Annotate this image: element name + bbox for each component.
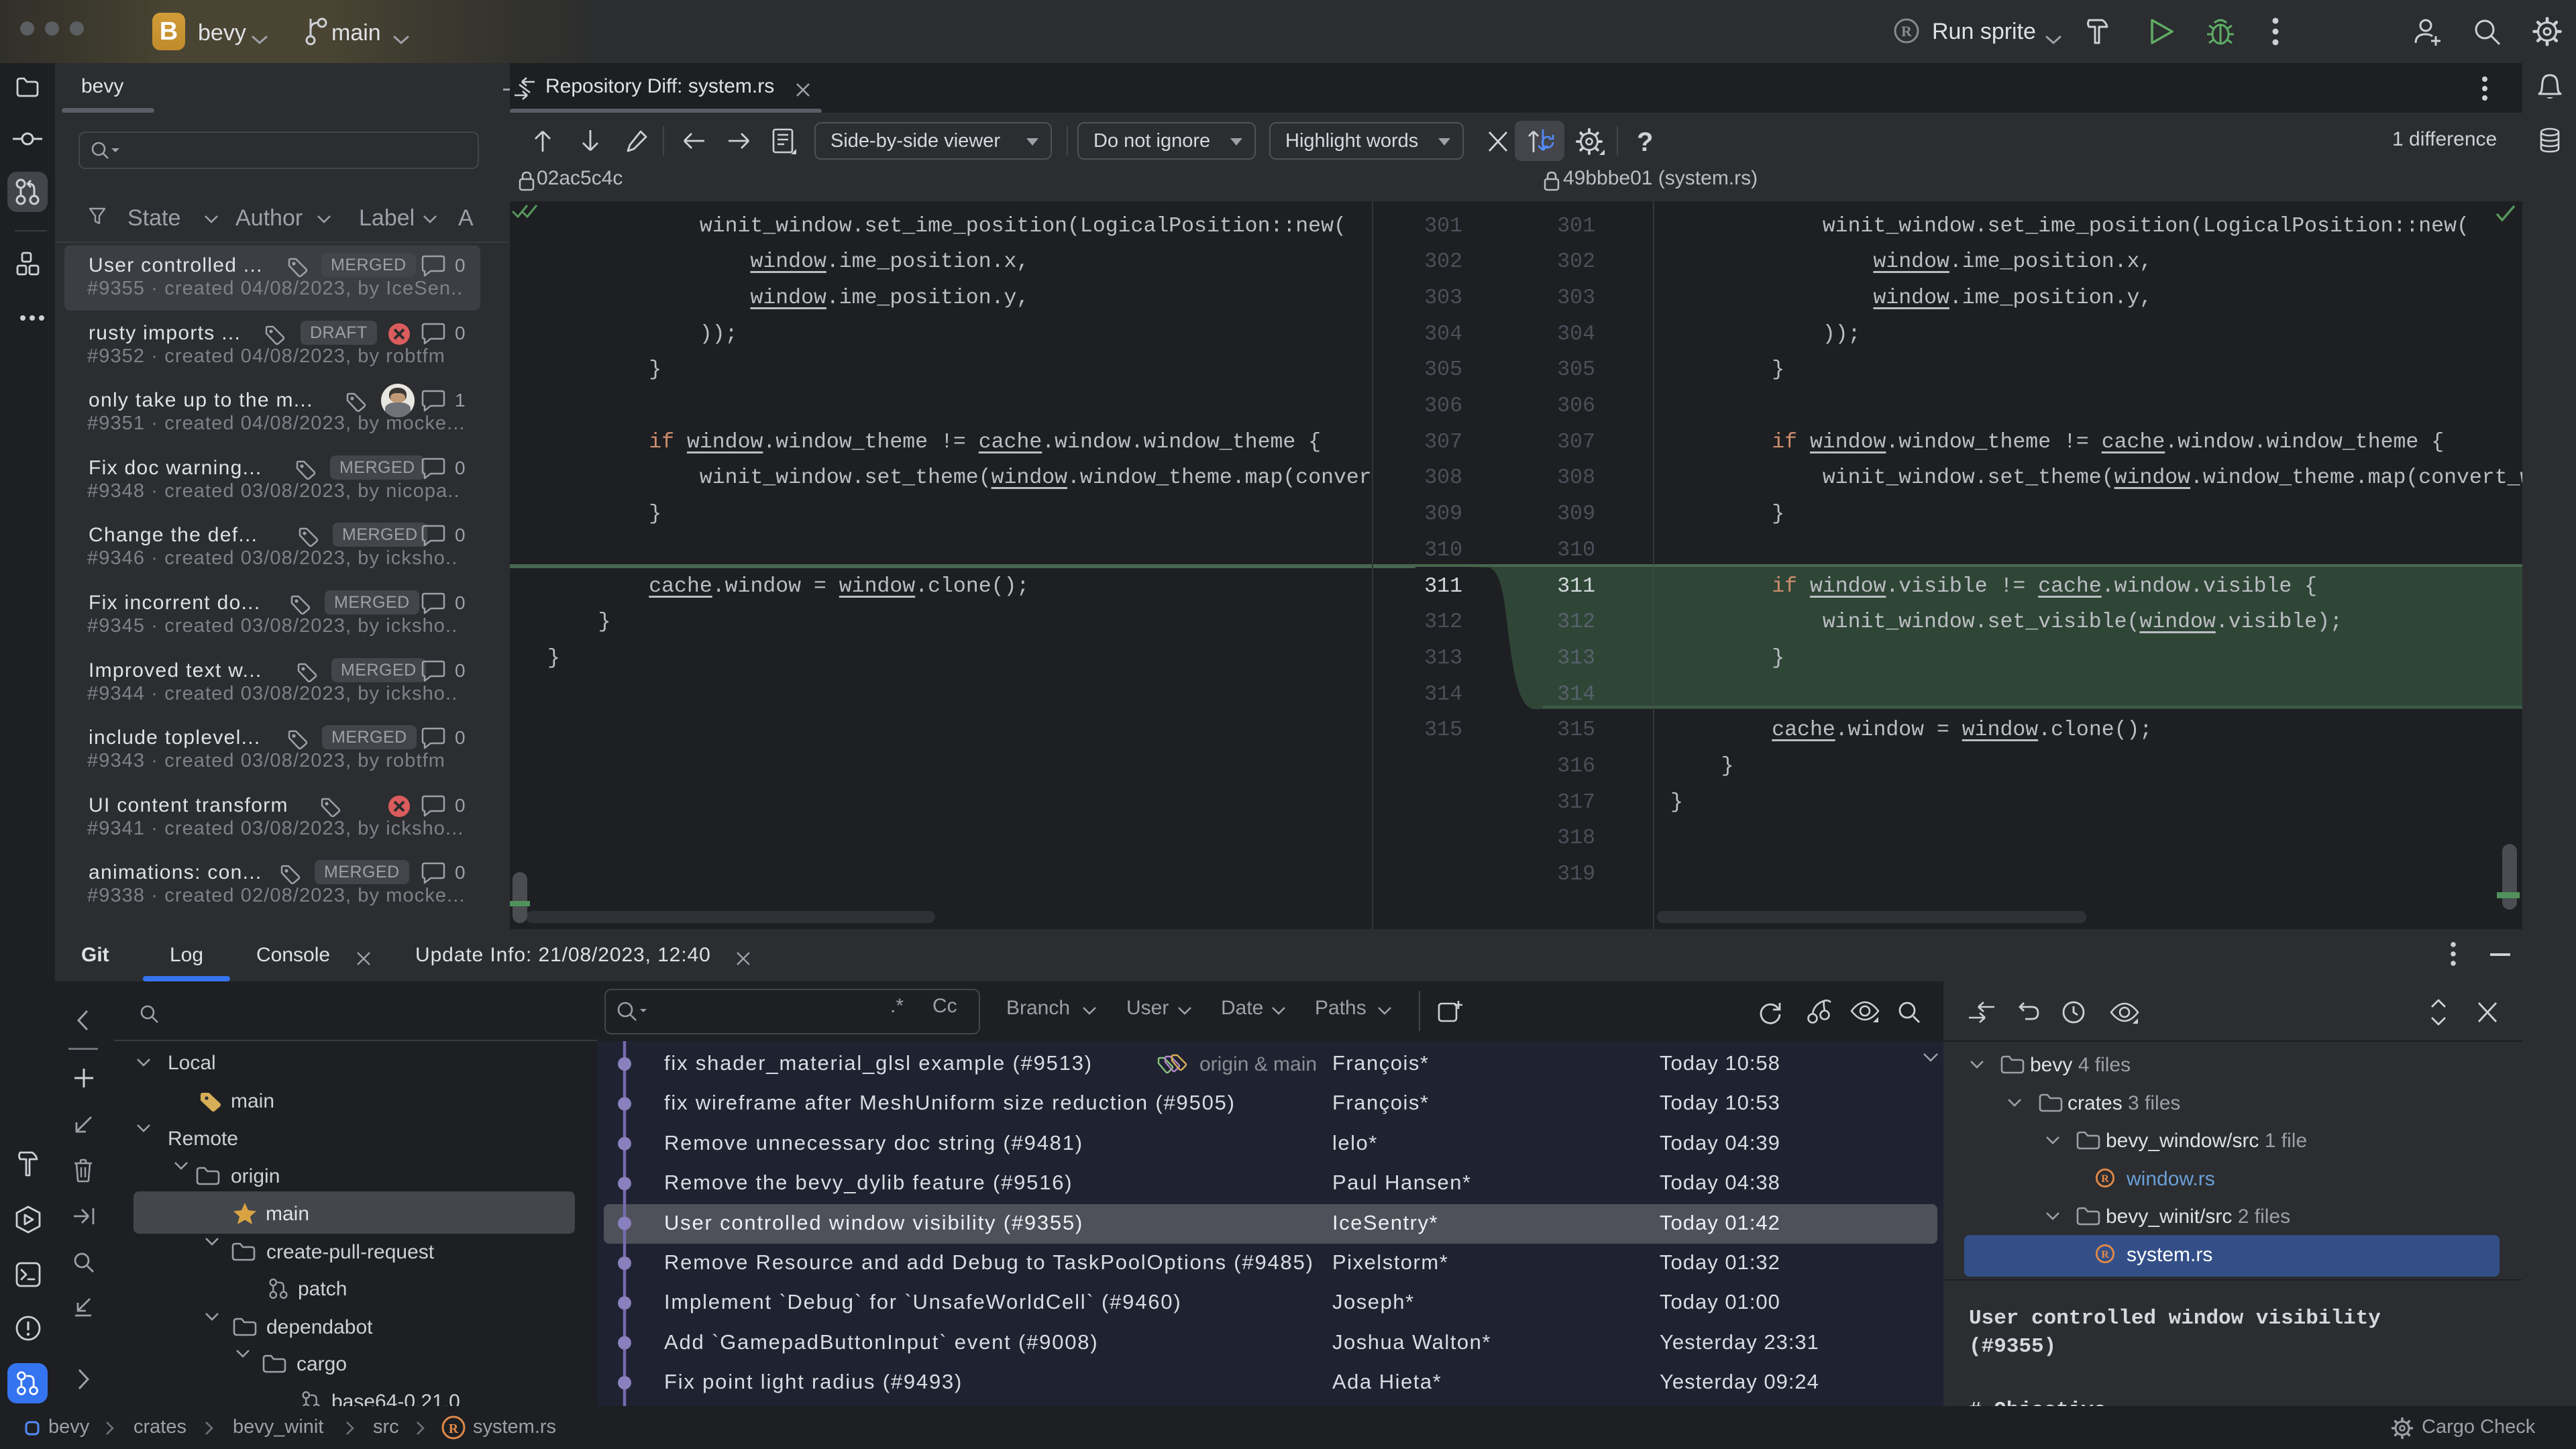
svg-text:R: R bbox=[449, 1421, 459, 1436]
svg-text:R: R bbox=[2101, 1173, 2109, 1185]
svg-text:R: R bbox=[1901, 23, 1913, 40]
svg-text:R: R bbox=[2101, 1249, 2109, 1260]
